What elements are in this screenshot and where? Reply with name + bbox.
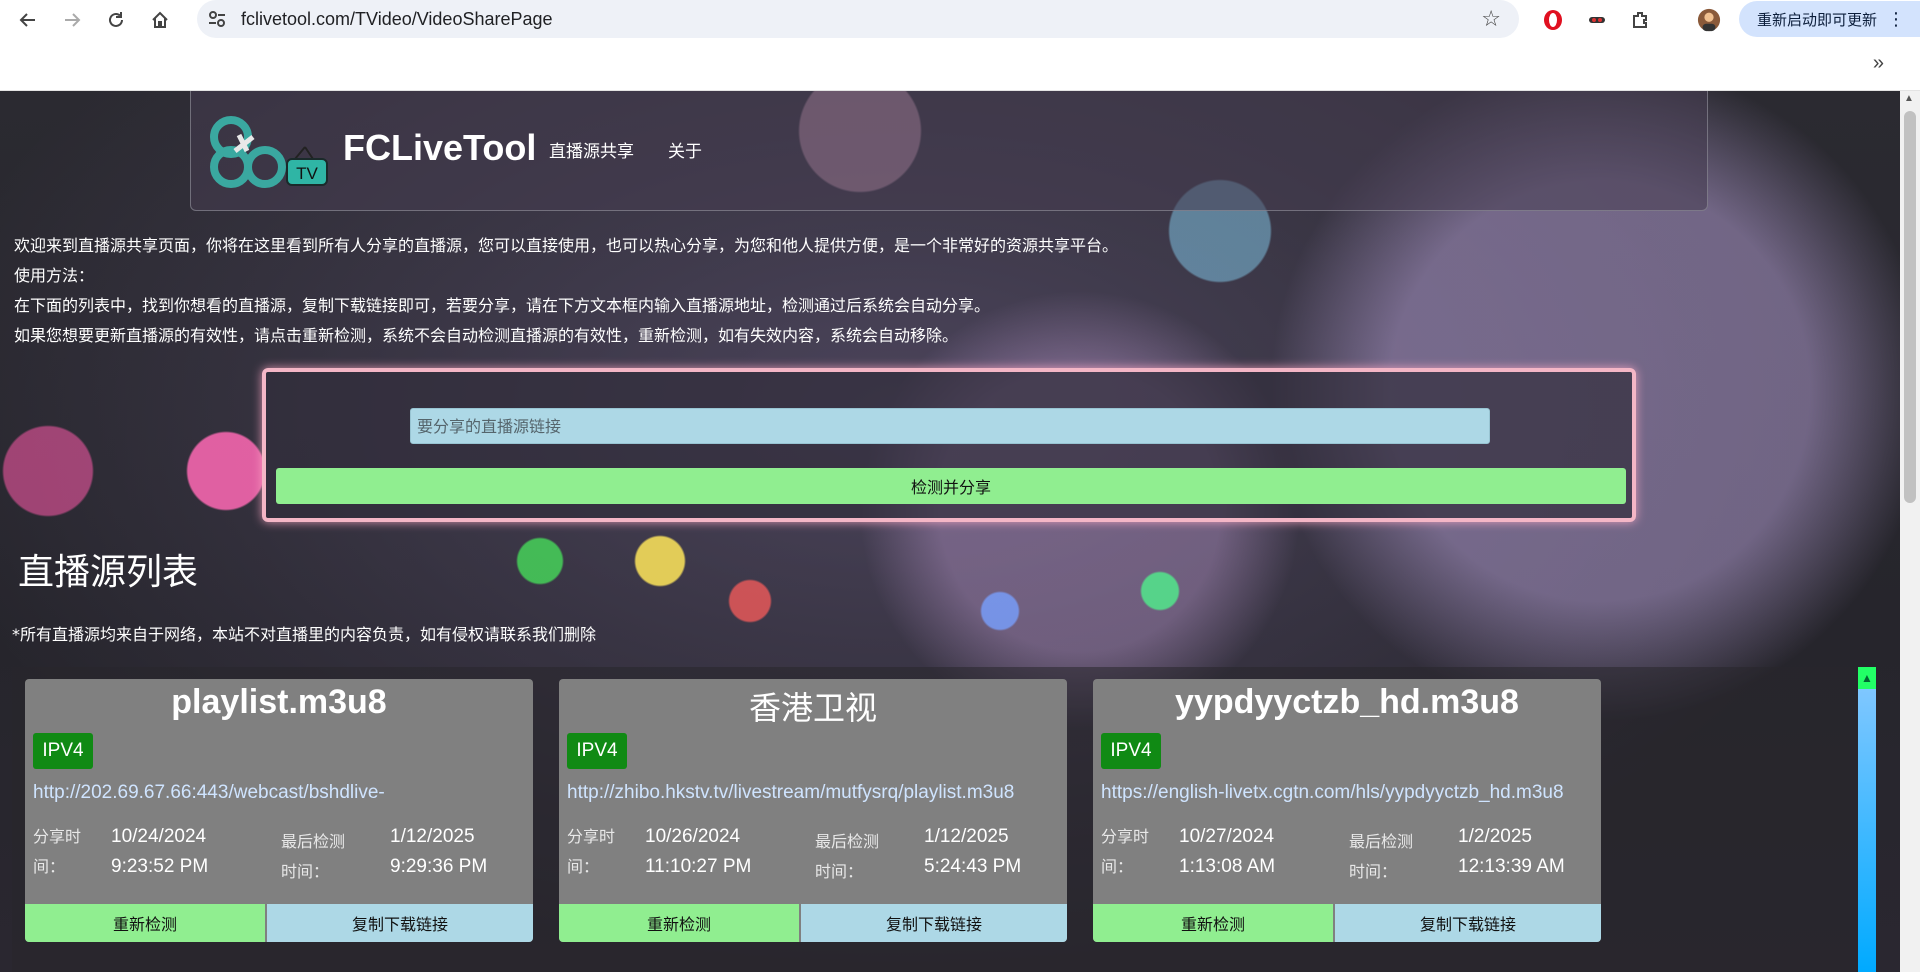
source-card: yypdyyctzb_hd.m3u8 IPV4 https://english-… [1093, 679, 1601, 942]
card-title: yypdyyctzb_hd.m3u8 [1175, 683, 1519, 721]
reload-icon[interactable] [100, 4, 132, 36]
ip-badge: IPV4 [33, 733, 93, 769]
intro-line: 欢迎来到直播源共享页面，你将在这里看到所有人分享的直播源，您可以直接使用，也可以… [14, 236, 1119, 255]
last-check-label: 最后检测 时间： [1349, 832, 1414, 881]
list-title: 直播源列表 [18, 552, 199, 593]
last-check-value: 1/12/2025 5:24:43 PM [924, 826, 1022, 877]
card-title: 香港卫视 [748, 689, 877, 727]
opera-extension-icon[interactable] [1541, 8, 1565, 32]
last-check-value: 1/2/2025 12:13:39 AM [1458, 826, 1565, 877]
share-time-label: 分享时 间： [567, 827, 616, 876]
brand-name[interactable]: FCLiveTool [343, 127, 536, 169]
card-url-link[interactable]: http://202.69.67.66:443/webcast/bshdlive… [33, 782, 529, 804]
ip-badge: IPV4 [1101, 733, 1161, 769]
extensions-puzzle-icon[interactable] [1629, 8, 1653, 32]
share-form: 检测并分享 [262, 368, 1636, 522]
page-content: TV FCLiveTool 直播源共享 关于 欢迎来到直播源共享页面，你将在这里… [0, 91, 1900, 972]
check-and-share-button[interactable]: 检测并分享 [276, 468, 1626, 504]
browser-toolbar: fclivetool.com/TVideo/VideoSharePage ☆ 重… [0, 0, 1920, 40]
bookmarks-bar: » [0, 40, 1920, 91]
home-icon[interactable] [144, 4, 176, 36]
source-list[interactable]: playlist.m3u8 IPV4 http://202.69.67.66:4… [12, 667, 1876, 972]
card-url-link[interactable]: http://zhibo.hkstv.tv/livestream/mutfysr… [567, 782, 1063, 804]
source-card: 香港卫视 IPV4 http://zhibo.hkstv.tv/livestre… [559, 679, 1067, 942]
card-title: playlist.m3u8 [171, 683, 387, 721]
intro-line: 如果您想要更新直播源的有效性，请点击重新检测，系统不会自动检测直播源的有效性，重… [14, 326, 959, 345]
page-scroll-thumb[interactable] [1904, 111, 1916, 503]
scroll-up-arrow-icon[interactable]: ▲ [1904, 93, 1914, 104]
card-url-link[interactable]: https://english-livetx.cgtn.com/hls/yypd… [1101, 782, 1597, 804]
recheck-button[interactable]: 重新检测 [1093, 904, 1333, 942]
disclaimer-text: *所有直播源均来自于网络，本站不对直播里的内容负责，如有侵权请联系我们删除 [12, 625, 597, 644]
share-time-value: 10/26/2024 11:10:27 PM [645, 826, 752, 877]
update-label: 重新启动即可更新 [1757, 11, 1878, 29]
url-text[interactable]: fclivetool.com/TVideo/VideoSharePage [241, 9, 553, 30]
site-info-icon[interactable] [207, 9, 227, 29]
more-bookmarks-icon[interactable]: » [1873, 52, 1884, 75]
copy-link-button[interactable]: 复制下载链接 [801, 904, 1067, 942]
share-time-label: 分享时 间： [33, 827, 82, 876]
bookmark-star-icon[interactable]: ☆ [1481, 6, 1501, 32]
last-check-label: 最后检测 时间： [815, 832, 880, 881]
address-bar[interactable]: fclivetool.com/TVideo/VideoSharePage ☆ [197, 0, 1519, 38]
page-scrollbar[interactable]: ▲ [1900, 91, 1920, 972]
recheck-button[interactable]: 重新检测 [559, 904, 799, 942]
list-scroll-thumb[interactable] [1858, 689, 1876, 972]
last-check-label: 最后检测 时间： [281, 832, 346, 881]
logo-tv-text: TV [296, 164, 318, 183]
share-time-label: 分享时 间： [1101, 827, 1150, 876]
share-url-input[interactable] [410, 408, 1490, 444]
recheck-button[interactable]: 重新检测 [25, 904, 265, 942]
nav-link-live-share[interactable]: 直播源共享 [549, 137, 634, 162]
copy-link-button[interactable]: 复制下载链接 [1335, 904, 1601, 942]
intro-line: 使用方法： [14, 266, 95, 285]
back-arrow-icon[interactable] [12, 4, 44, 36]
list-scroll-up-icon[interactable]: ▲ [1858, 667, 1876, 689]
copy-link-button[interactable]: 复制下载链接 [267, 904, 533, 942]
share-time-value: 10/24/2024 9:23:52 PM [111, 826, 209, 877]
intro-text: 欢迎来到直播源共享页面，你将在这里看到所有人分享的直播源，您可以直接使用，也可以… [14, 231, 1894, 351]
incognito-extension-icon[interactable] [1585, 8, 1609, 32]
profile-avatar[interactable] [1697, 8, 1721, 32]
ip-badge: IPV4 [567, 733, 627, 769]
forward-arrow-icon[interactable] [56, 4, 88, 36]
nav-link-about[interactable]: 关于 [668, 137, 702, 162]
last-check-value: 1/12/2025 9:29:36 PM [390, 826, 488, 877]
share-time-value: 10/27/2024 1:13:08 AM [1179, 826, 1276, 877]
intro-line: 在下面的列表中，找到你想看的直播源，复制下载链接即可，若要分享，请在下方文本框内… [14, 296, 991, 315]
site-header: TV FCLiveTool 直播源共享 关于 [190, 91, 1708, 211]
update-button[interactable]: 重新启动即可更新 ⋮ [1739, 1, 1920, 37]
menu-dots-icon[interactable]: ⋮ [1887, 9, 1905, 30]
source-card: playlist.m3u8 IPV4 http://202.69.67.66:4… [25, 679, 533, 942]
